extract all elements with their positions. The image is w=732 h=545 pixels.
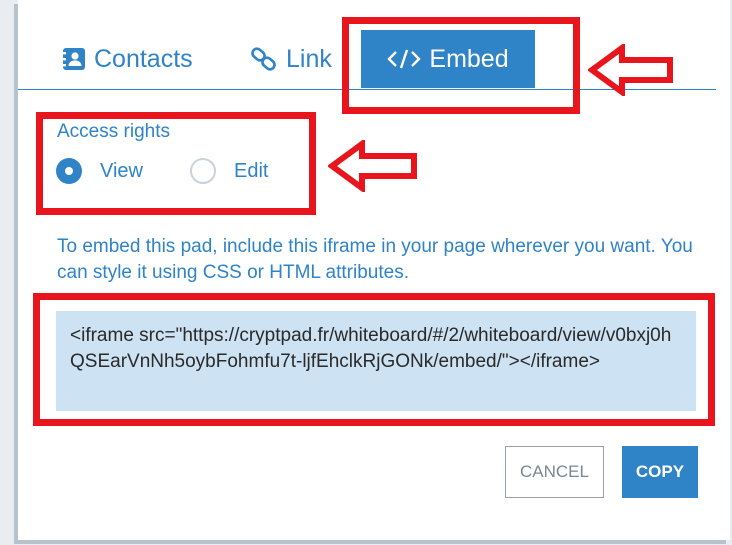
tab-link-label: Link (286, 44, 332, 73)
radio-view-indicator[interactable] (56, 158, 82, 184)
radio-edit-indicator[interactable] (190, 158, 216, 184)
annotation-arrow-icon (328, 140, 417, 192)
annotation-arrow-icon (588, 44, 673, 96)
radio-view-label: View (100, 159, 143, 182)
code-icon (387, 48, 422, 70)
tab-embed[interactable]: Embed (361, 30, 535, 88)
access-rights-title: Access rights (57, 121, 170, 142)
embed-code-field[interactable]: <iframe src="https://cryptpad.fr/whitebo… (56, 311, 696, 411)
link-icon (250, 47, 278, 71)
radio-edit[interactable]: Edit (190, 158, 268, 184)
address-book-icon (62, 47, 86, 71)
tab-contacts[interactable]: Contacts (62, 30, 193, 88)
radio-view[interactable]: View (56, 158, 143, 184)
embed-instructions: To embed this pad, include this iframe i… (57, 236, 693, 283)
radio-edit-label: Edit (234, 159, 269, 182)
tab-link[interactable]: Link (250, 30, 332, 88)
cancel-button[interactable]: CANCEL (505, 446, 604, 498)
tab-embed-label: Embed (429, 44, 509, 73)
copy-button[interactable]: COPY (622, 446, 698, 498)
tab-contacts-label: Contacts (94, 44, 193, 73)
